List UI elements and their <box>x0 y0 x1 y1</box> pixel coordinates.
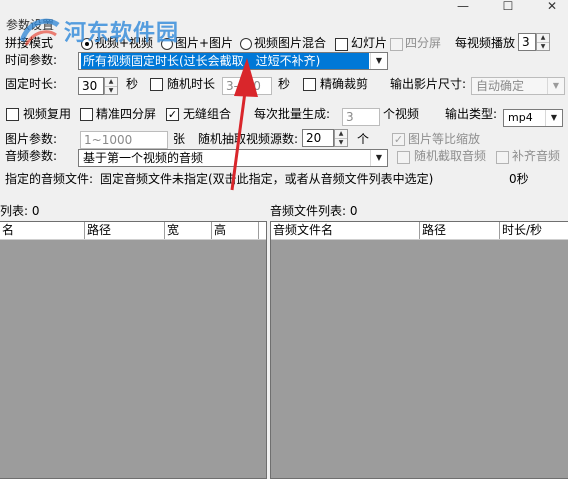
audio-param-label: 音频参数: <box>5 149 58 163</box>
mode-label-slideshow: 幻灯片 <box>351 36 388 50</box>
fixed-duration-label: 固定时长: <box>5 77 58 91</box>
random-source-spinner[interactable]: ▲ ▼ <box>334 129 348 147</box>
chevron-down-icon[interactable]: ▼ <box>545 110 562 126</box>
chevron-down-icon[interactable]: ▼ <box>547 78 564 94</box>
output-size-value: 自动确定 <box>476 79 525 93</box>
column-header-height[interactable]: 高 <box>212 222 259 239</box>
column-header-audio-path[interactable]: 路径 <box>420 222 500 239</box>
random-duration-label: 随机时长 <box>167 77 216 91</box>
mode-checkbox-slideshow[interactable] <box>335 38 348 51</box>
precise-crop-label: 精确裁剪 <box>320 77 369 91</box>
image-param-input[interactable]: 1~1000 <box>80 131 168 149</box>
reuse-video-label: 视频复用 <box>23 107 72 121</box>
close-button[interactable]: ✕ <box>541 0 563 14</box>
audio-duration: 0秒 <box>509 172 529 186</box>
audio-file-label: 指定的音频文件: <box>5 172 94 186</box>
random-source-unit: 个 <box>357 132 370 146</box>
mode-label-mixed: 视频图片混合 <box>254 36 327 50</box>
audio-param-select[interactable]: 基于第一个视频的音频 ▼ <box>78 149 388 167</box>
random-audio-checkbox[interactable] <box>397 151 410 164</box>
audio-param-value: 基于第一个视频的音频 <box>83 151 204 165</box>
audio-list-header: 音频文件名 路径 时长/秒 <box>271 222 568 240</box>
fill-audio-checkbox[interactable] <box>496 151 509 164</box>
time-param-label: 时间参数: <box>5 53 58 67</box>
random-duration-input[interactable]: 3-100 <box>222 77 272 95</box>
audio-file-value[interactable]: 固定音频文件未指定(双击此指定，或者从音频文件列表中选定) <box>100 171 433 187</box>
image-scale-checkbox[interactable]: ✓ <box>392 133 405 146</box>
chevron-down-icon[interactable]: ▼ <box>370 53 387 69</box>
precise-quad-checkbox[interactable] <box>80 108 93 121</box>
audio-list-title: 音频文件列表: 0 <box>270 204 358 218</box>
fill-audio-label: 补齐音频 <box>512 149 561 163</box>
column-header-width[interactable]: 宽 <box>165 222 212 239</box>
batch-label: 每次批量生成: <box>254 107 331 121</box>
watermark-text: 河东软件园 <box>64 21 180 46</box>
spin-down-icon[interactable]: ▼ <box>105 86 117 95</box>
time-param-select[interactable]: 所有视频固定时长(过长会截取，过短不补齐) ▼ <box>78 52 388 70</box>
spin-up-icon[interactable]: ▲ <box>335 130 347 138</box>
precise-crop-checkbox[interactable] <box>303 78 316 91</box>
video-list[interactable]: 名 路径 宽 高 <box>0 221 267 479</box>
spin-up-icon[interactable]: ▲ <box>105 78 117 86</box>
random-duration-checkbox[interactable] <box>150 78 163 91</box>
image-param-unit: 张 <box>173 132 186 146</box>
spin-up-icon[interactable]: ▲ <box>537 34 549 42</box>
seamless-checkbox[interactable]: ✓ <box>166 108 179 121</box>
image-scale-label: 图片等比缩放 <box>408 132 481 146</box>
random-source-label: 随机抽取视频源数: <box>198 132 299 146</box>
column-header-path[interactable]: 路径 <box>85 222 165 239</box>
time-param-value: 所有视频固定时长(过长会截取，过短不补齐) <box>81 53 369 69</box>
column-header-audio-name[interactable]: 音频文件名 <box>271 222 420 239</box>
batch-unit: 个视频 <box>383 107 420 121</box>
image-param-label: 图片参数: <box>5 132 58 146</box>
video-play-spinner[interactable]: ▲ ▼ <box>536 33 550 51</box>
mode-checkbox-quad[interactable] <box>390 38 403 51</box>
output-type-value: mp4 <box>508 111 533 124</box>
output-type-label: 输出类型: <box>445 107 498 121</box>
reuse-video-checkbox[interactable] <box>6 108 19 121</box>
video-play-input[interactable]: 3 <box>518 33 536 51</box>
output-size-label: 输出影片尺寸: <box>390 77 467 91</box>
random-audio-label: 随机截取音频 <box>414 149 487 163</box>
fixed-duration-spinner[interactable]: ▲ ▼ <box>104 77 118 95</box>
column-header-name[interactable]: 名 <box>0 222 85 239</box>
chevron-down-icon[interactable]: ▼ <box>370 150 387 166</box>
maximize-button[interactable]: ☐ <box>497 0 519 14</box>
watermark-swirl-icon <box>19 18 60 46</box>
seamless-label: 无缝组合 <box>183 107 232 121</box>
spin-down-icon[interactable]: ▼ <box>335 138 347 147</box>
video-list-header: 名 路径 宽 高 <box>0 222 266 240</box>
fixed-duration-unit: 秒 <box>126 77 139 91</box>
mode-radio-mixed[interactable] <box>240 38 252 50</box>
watermark-logo: 河东软件园 <box>18 15 218 49</box>
audio-list[interactable]: 音频文件名 路径 时长/秒 <box>270 221 568 479</box>
batch-input[interactable]: 3 <box>342 108 380 126</box>
fixed-duration-input[interactable]: 30 <box>78 77 104 95</box>
video-list-title: 列表: 0 <box>0 204 40 218</box>
output-type-select[interactable]: mp4 ▼ <box>503 109 563 127</box>
minimize-button[interactable]: — <box>452 0 474 14</box>
column-header-duration[interactable]: 时长/秒 <box>500 222 568 239</box>
random-duration-unit: 秒 <box>278 77 291 91</box>
spin-down-icon[interactable]: ▼ <box>537 42 549 51</box>
output-size-select[interactable]: 自动确定 ▼ <box>471 77 565 95</box>
random-source-input[interactable]: 20 <box>302 129 334 147</box>
video-play-label: 每视频播放 <box>455 36 516 50</box>
mode-label-quad: 四分屏 <box>405 36 442 50</box>
precise-quad-label: 精准四分屏 <box>96 107 157 121</box>
